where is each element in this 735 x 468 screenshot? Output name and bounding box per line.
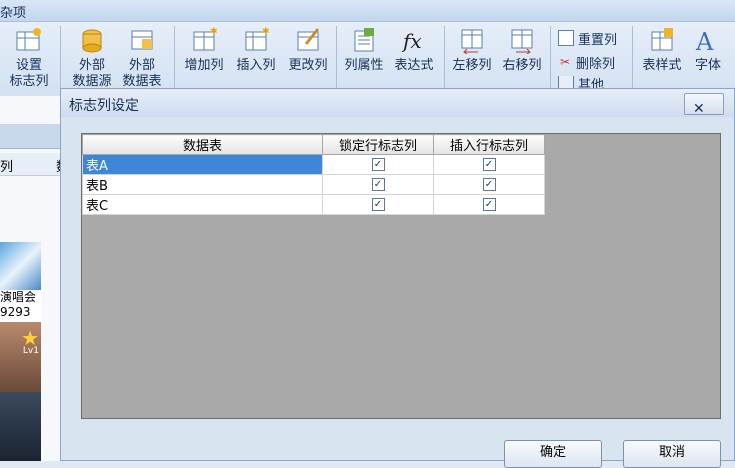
dialog-title: 标志列设定	[69, 98, 139, 114]
table-style-button[interactable]: 表样式	[638, 26, 686, 74]
font-button[interactable]: A 字体	[688, 26, 728, 74]
insert-column-icon: ✱	[245, 27, 270, 51]
table-style-label: 表样式	[642, 58, 682, 73]
dialog-titlebar: 标志列设定 ✕	[61, 89, 734, 117]
move-column-right-label: 右移列	[502, 58, 542, 73]
ad-caption-line2: 9293	[0, 305, 31, 319]
svg-text:A: A	[695, 28, 714, 54]
external-table-icon	[131, 30, 153, 50]
function-fx-icon: fx	[401, 29, 422, 53]
setup-flag-column-label: 设置 标志列	[9, 58, 49, 89]
advertisement-panel[interactable]: 演唱会 9293 ★ Lv1	[0, 242, 41, 461]
ribbon-separator	[174, 26, 175, 94]
reset-column-label: 重置列	[578, 32, 618, 48]
lock-flag-checkbox[interactable]: ✓	[371, 198, 385, 211]
external-datatable-label: 外部 数据表	[122, 58, 162, 89]
insert-flag-checkbox[interactable]: ✓	[482, 178, 496, 191]
col-header-table[interactable]: 数据表	[82, 134, 323, 155]
table-row[interactable]: 表B ✓ ✓	[82, 174, 545, 195]
svg-text:fx: fx	[401, 29, 422, 53]
left-pane-header: 列 数	[0, 153, 69, 176]
reset-column-button[interactable]: 重置列	[558, 28, 617, 48]
add-column-label: 增加列	[184, 58, 224, 73]
cancel-button[interactable]: 取消	[623, 440, 721, 468]
add-column-icon: ✱	[193, 27, 218, 51]
ribbon-separator	[632, 26, 633, 94]
flag-column-dialog: 标志列设定 ✕ 数据表 锁定行标志列 插入行标志列 表A ✓ ✓ 表B ✓ ✓ …	[60, 88, 735, 468]
add-column-button[interactable]: ✱ 增加列	[180, 26, 228, 74]
svg-text:✱: ✱	[262, 27, 270, 37]
flag-column-grid: 数据表 锁定行标志列 插入行标志列 表A ✓ ✓ 表B ✓ ✓ 表C ✓ ✓	[81, 133, 721, 419]
move-right-icon	[511, 29, 533, 54]
table-row[interactable]: 表C ✓ ✓	[82, 194, 545, 215]
expression-label: 表达式	[394, 58, 434, 73]
ad-photo-2	[0, 392, 41, 461]
external-datasource-label: 外部 数据源	[72, 58, 112, 89]
reset-icon	[558, 30, 574, 46]
ad-badge: Lv1	[22, 346, 39, 356]
delete-column-label: 删除列	[576, 56, 616, 72]
column-properties-label: 列属性	[344, 58, 384, 73]
lock-flag-checkbox[interactable]: ✓	[371, 158, 385, 171]
app-title: 杂项	[0, 6, 27, 21]
lock-flag-cell[interactable]: ✓	[322, 154, 434, 175]
table-row[interactable]: 表A ✓ ✓	[82, 154, 545, 175]
ad-photo: ★ Lv1	[0, 322, 41, 392]
table-gear-icon	[16, 28, 41, 51]
move-column-left-label: 左移列	[452, 58, 492, 73]
insert-flag-checkbox[interactable]: ✓	[482, 158, 496, 171]
ribbon-separator	[550, 26, 551, 94]
dialog-close-button[interactable]: ✕	[684, 93, 724, 117]
delete-column-button[interactable]: ✂ 删除列	[558, 52, 615, 72]
ribbon-separator	[336, 26, 337, 94]
properties-icon	[354, 28, 374, 52]
lock-flag-checkbox[interactable]: ✓	[371, 178, 385, 191]
table-header-row: 数据表 锁定行标志列 插入行标志列	[82, 134, 545, 155]
change-column-button[interactable]: 更改列	[284, 26, 332, 74]
ad-image	[0, 242, 41, 290]
flag-column-table: 数据表 锁定行标志列 插入行标志列 表A ✓ ✓ 表B ✓ ✓ 表C ✓ ✓	[82, 134, 545, 215]
lock-flag-cell[interactable]: ✓	[322, 174, 434, 195]
insert-flag-cell[interactable]: ✓	[433, 194, 545, 215]
setup-flag-column-button[interactable]: 设置 标志列	[6, 26, 52, 90]
change-column-label: 更改列	[288, 58, 328, 73]
col-header-insert-flag[interactable]: 插入行标志列	[433, 134, 545, 155]
table-name-cell[interactable]: 表B	[82, 174, 323, 195]
left-header-1: 列	[0, 160, 14, 175]
font-label: 字体	[694, 58, 721, 73]
external-datatable-button[interactable]: 外部 数据表	[120, 26, 164, 90]
ok-button[interactable]: 确定	[504, 440, 602, 468]
ad-caption-line1: 演唱会	[0, 290, 37, 304]
move-column-left-button[interactable]: 左移列	[448, 26, 496, 74]
delete-icon: ✂	[559, 55, 571, 69]
lock-flag-cell[interactable]: ✓	[322, 194, 434, 215]
table-style-icon	[651, 28, 673, 51]
close-icon: ✕	[693, 101, 705, 117]
expression-button[interactable]: fx 表达式	[390, 26, 438, 74]
app-titlebar: 杂项	[0, 0, 735, 22]
ribbon: 设置 标志列 外部 数据源 外部 数据表 ✱ 增加列 ✱ 插入列 更改列 列属性…	[0, 22, 735, 97]
col-header-lock-flag[interactable]: 锁定行标志列	[322, 134, 434, 155]
insert-flag-cell[interactable]: ✓	[433, 174, 545, 195]
move-column-right-button[interactable]: 右移列	[498, 26, 546, 74]
edit-column-icon	[297, 28, 320, 51]
table-name-cell[interactable]: 表C	[82, 194, 323, 215]
ribbon-separator	[444, 26, 445, 94]
table-name-cell[interactable]: 表A	[82, 154, 323, 175]
move-left-icon	[461, 29, 483, 54]
font-icon: A	[695, 28, 714, 54]
database-icon	[82, 29, 102, 53]
ribbon-separator	[60, 26, 61, 94]
external-datasource-button[interactable]: 外部 数据源	[70, 26, 114, 90]
ad-caption: 演唱会 9293	[0, 290, 41, 322]
left-pane-band	[0, 124, 60, 149]
svg-text:✱: ✱	[210, 27, 218, 37]
insert-flag-cell[interactable]: ✓	[433, 154, 545, 175]
column-properties-button[interactable]: 列属性	[340, 26, 388, 74]
insert-flag-checkbox[interactable]: ✓	[482, 198, 496, 211]
insert-column-label: 插入列	[236, 58, 276, 73]
insert-column-button[interactable]: ✱ 插入列	[232, 26, 280, 74]
